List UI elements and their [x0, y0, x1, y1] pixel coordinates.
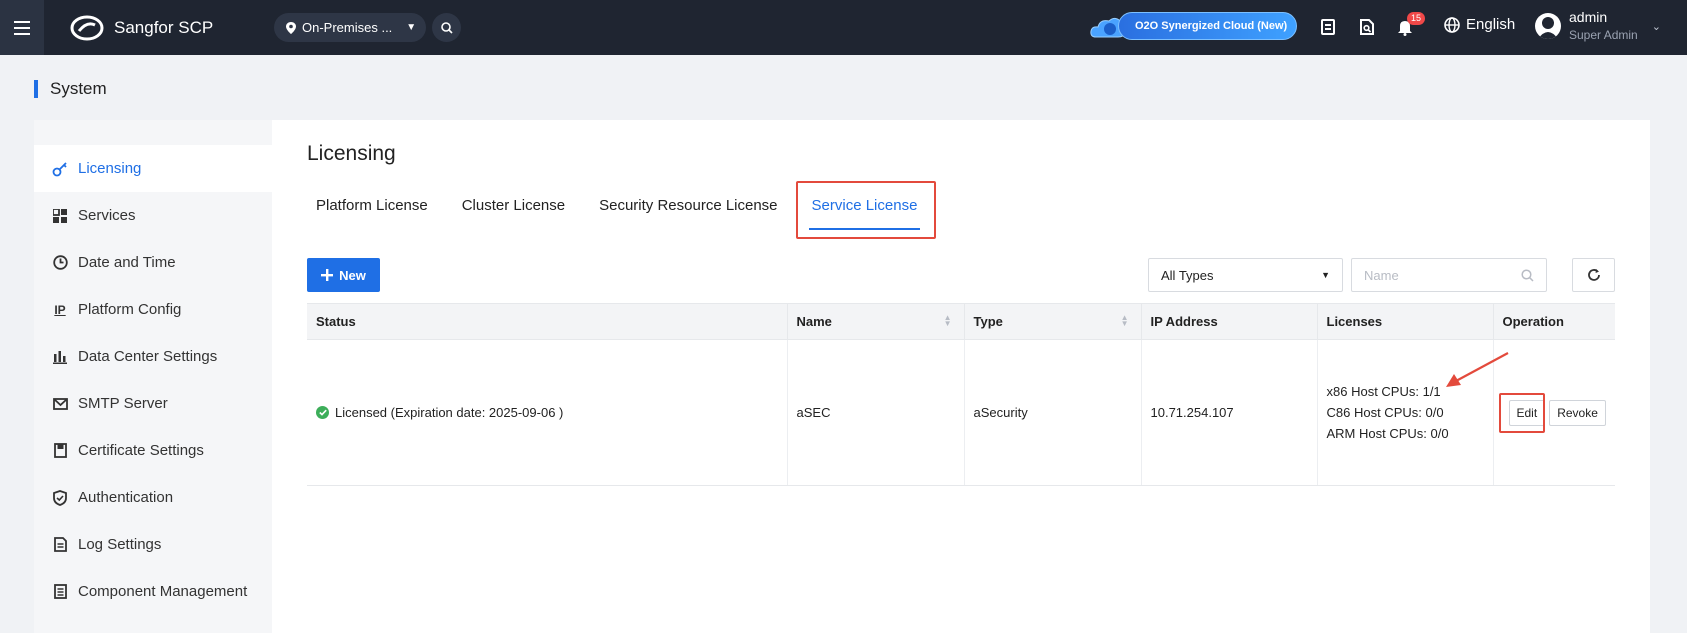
avatar	[1535, 13, 1561, 39]
sidebar-item-licensing[interactable]: Licensing	[34, 145, 272, 192]
column-header-type[interactable]: Type ▲ ▼	[964, 303, 1142, 340]
revoke-button[interactable]: Revoke	[1549, 399, 1606, 426]
list-icon	[52, 584, 68, 600]
sidebar-item-certificate-settings[interactable]: Certificate Settings	[34, 427, 272, 474]
key-icon	[52, 161, 68, 177]
sidebar-item-label: Log Settings	[78, 536, 162, 553]
clock-icon	[52, 255, 68, 271]
sangfor-logo-icon	[70, 15, 104, 40]
bar-chart-icon	[52, 349, 68, 365]
chevron-down-icon: ⌄	[1651, 20, 1661, 33]
cell-status: Licensed (Expiration date: 2025-09-06 )	[307, 339, 788, 486]
check-circle-icon	[316, 406, 329, 419]
ip-icon: IP	[54, 302, 66, 317]
sidebar-item-log-settings[interactable]: Log Settings	[34, 521, 272, 568]
column-header-ip-address: IP Address	[1141, 303, 1318, 340]
sidebar-item-label: Platform Config	[78, 301, 182, 318]
cell-name: aSEC	[787, 339, 965, 486]
location-label: On-Premises ...	[302, 20, 393, 35]
tab-cluster-license[interactable]: Cluster License	[453, 184, 574, 228]
sidebar-item-data-center-settings[interactable]: Data Center Settings	[34, 333, 272, 380]
language-label: English	[1466, 16, 1516, 33]
caret-down-icon: ▼	[1321, 270, 1330, 280]
log-icon	[52, 537, 68, 553]
sidebar-item-platform-config[interactable]: IP Platform Config	[34, 286, 272, 333]
search-icon[interactable]	[1521, 268, 1534, 282]
sort-icon[interactable]: ▲ ▼	[944, 314, 952, 328]
certificate-icon	[52, 443, 68, 459]
column-header-operation: Operation	[1493, 303, 1615, 340]
column-header-name[interactable]: Name ▲ ▼	[787, 303, 965, 340]
tab-service-license[interactable]: Service License	[803, 184, 927, 230]
name-search-field[interactable]	[1351, 258, 1547, 292]
location-pin-icon	[286, 21, 296, 34]
page-title: System	[34, 80, 107, 98]
location-selector[interactable]: On-Premises ... ▼	[274, 13, 426, 42]
cell-type: aSecurity	[964, 339, 1142, 486]
user-menu[interactable]: admin Super Admin ⌄	[1535, 8, 1661, 44]
license-tabs: Platform License Cluster License Securit…	[307, 184, 942, 230]
grid-icon	[52, 208, 68, 224]
sidebar-item-label: SMTP Server	[78, 395, 168, 412]
sidebar-item-label: Services	[78, 207, 136, 224]
sidebar-item-authentication[interactable]: Authentication	[34, 474, 272, 521]
sidebar-item-label: Authentication	[78, 489, 174, 506]
language-selector[interactable]: English	[1444, 16, 1515, 33]
type-filter-value: All Types	[1161, 267, 1214, 283]
task-list-icon[interactable]	[1317, 16, 1339, 38]
tab-platform-license[interactable]: Platform License	[307, 184, 437, 228]
global-search-button[interactable]	[432, 13, 461, 42]
type-filter-select[interactable]: All Types ▼	[1148, 258, 1343, 292]
o2o-label: O2O Synergized Cloud (New)	[1118, 12, 1298, 40]
sidebar-item-label: Component Management	[78, 583, 248, 600]
notification-badge: 15	[1407, 12, 1426, 25]
sidebar-item-date-and-time[interactable]: Date and Time	[34, 239, 272, 286]
section-title: Licensing	[307, 142, 396, 165]
search-icon	[440, 21, 453, 34]
sidebar-item-label: Data Center Settings	[78, 348, 218, 365]
annotation-arrow-icon	[1446, 352, 1509, 387]
user-role: Super Admin	[1569, 28, 1638, 42]
service-license-table: Status Name ▲ ▼ Type ▲ ▼ IP Address Licenses…	[307, 303, 1615, 486]
hamburger-icon[interactable]	[0, 0, 44, 55]
user-name: admin	[1569, 9, 1608, 25]
sidebar-item-services[interactable]: Services	[34, 192, 272, 239]
brand-logo[interactable]: Sangfor SCP	[70, 15, 213, 41]
column-header-status: Status	[307, 303, 788, 340]
edit-button[interactable]: Edit	[1508, 399, 1546, 426]
plus-icon	[321, 269, 334, 281]
name-search-input[interactable]	[1364, 267, 1514, 283]
o2o-cloud-banner[interactable]: O2O Synergized Cloud (New)	[1088, 9, 1298, 43]
sidebar-item-label: Licensing	[78, 160, 142, 177]
sidebar-item-label: Certificate Settings	[78, 442, 204, 459]
sort-icon[interactable]: ▲ ▼	[1121, 314, 1129, 328]
license-line-c86: C86 Host CPUs: 0/0	[1326, 405, 1444, 420]
status-text: Licensed (Expiration date: 2025-09-06 )	[335, 405, 564, 420]
refresh-icon	[1587, 269, 1600, 281]
new-button[interactable]: New	[307, 258, 380, 292]
new-button-label: New	[339, 267, 366, 283]
sidebar-item-label: Date and Time	[78, 254, 176, 271]
globe-icon	[1444, 16, 1460, 33]
table-row: Licensed (Expiration date: 2025-09-06 ) …	[307, 339, 1615, 486]
main-panel: Licensing Platform License Cluster Licen…	[272, 120, 1650, 633]
brand-name: Sangfor SCP	[114, 17, 214, 37]
caret-down-icon: ▼	[406, 22, 417, 33]
refresh-button[interactable]	[1572, 258, 1615, 292]
shield-icon	[52, 489, 68, 506]
license-line-arm: ARM Host CPUs: 0/0	[1326, 426, 1449, 441]
sidebar-item-smtp-server[interactable]: SMTP Server	[34, 380, 272, 427]
column-header-licenses: Licenses	[1317, 303, 1494, 340]
sidebar: Licensing Services Date and Time IP Plat…	[34, 120, 272, 633]
mail-icon	[52, 396, 68, 412]
tab-security-resource-license[interactable]: Security Resource License	[590, 184, 786, 228]
top-bar: Sangfor SCP	[0, 0, 1687, 55]
sidebar-item-component-management[interactable]: Component Management	[34, 568, 272, 615]
cell-ip-address: 10.71.254.107	[1141, 339, 1318, 486]
document-search-icon[interactable]	[1356, 16, 1378, 38]
